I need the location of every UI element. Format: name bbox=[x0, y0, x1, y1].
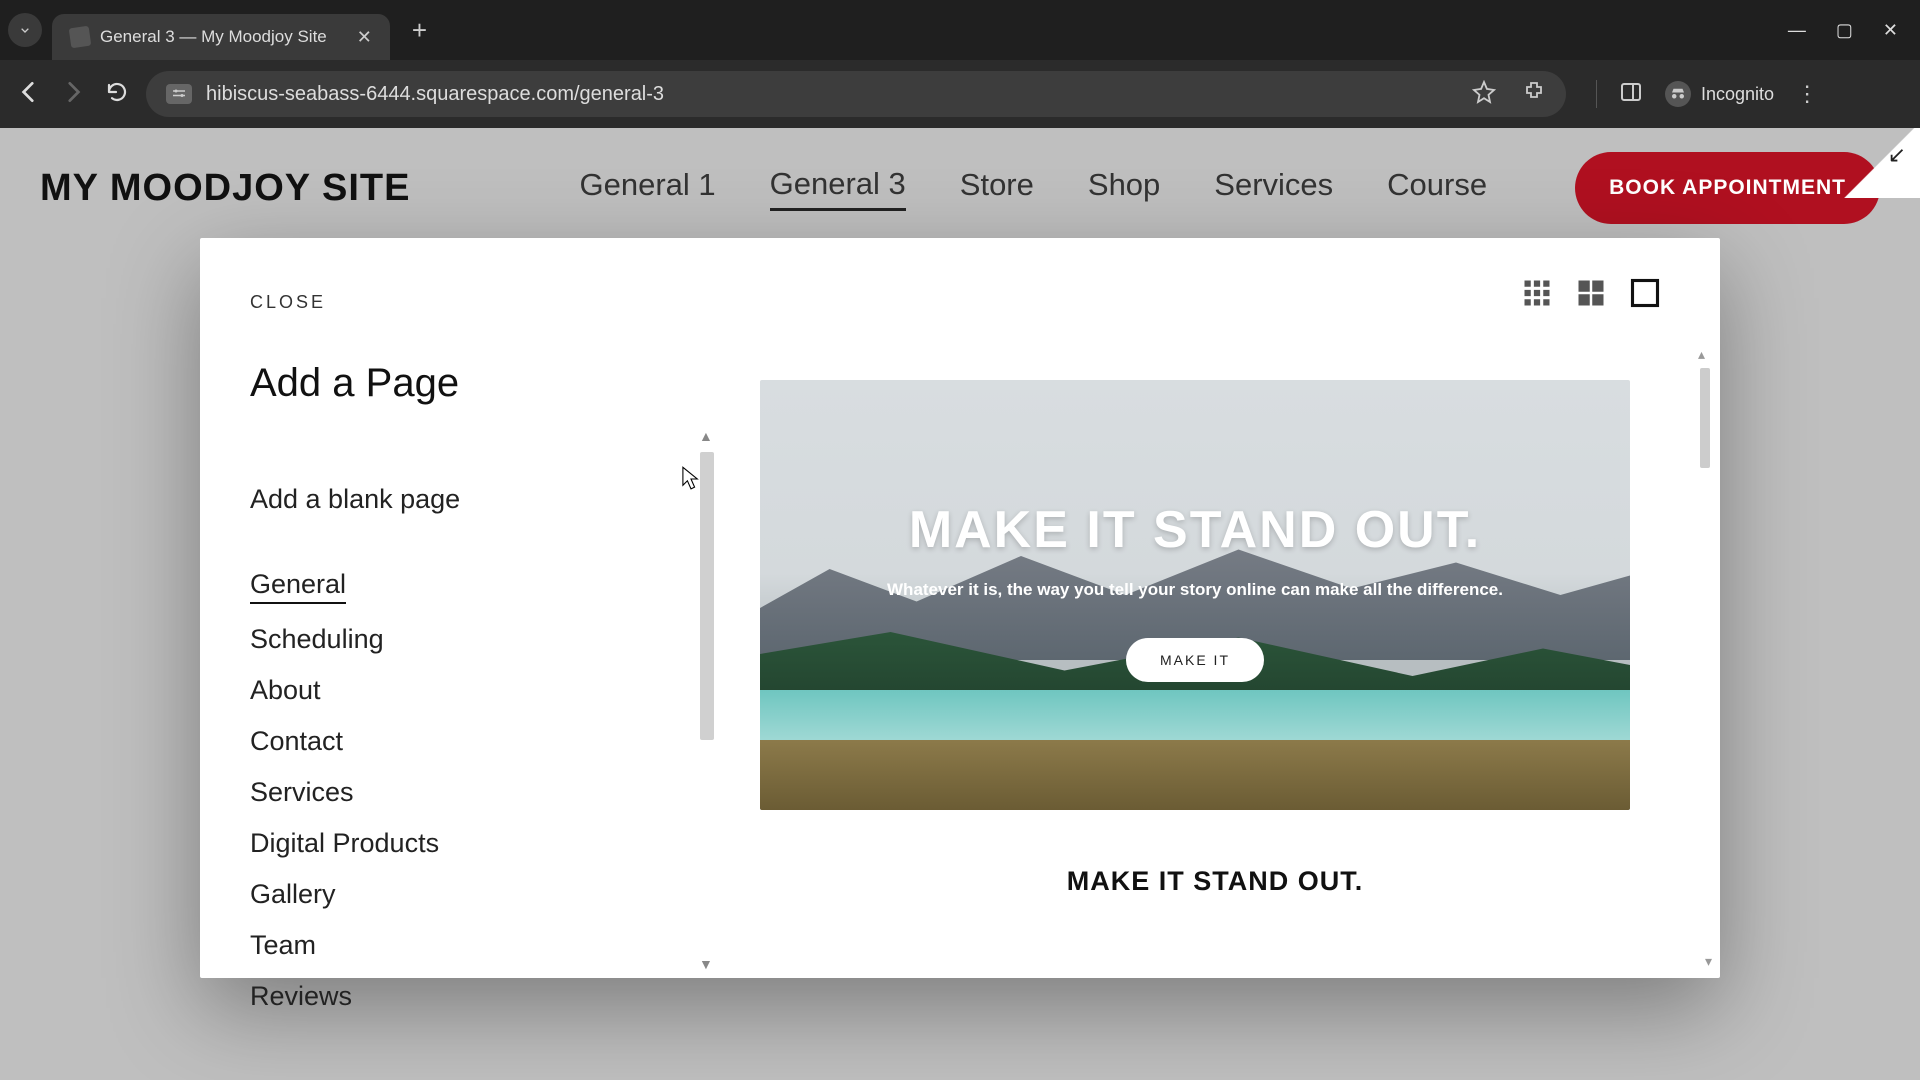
hero-title: MAKE IT STAND OUT. bbox=[760, 500, 1630, 560]
close-button[interactable]: CLOSE bbox=[250, 292, 670, 313]
back-button[interactable] bbox=[14, 79, 44, 110]
site-logo[interactable]: MY MOODJOY SITE bbox=[40, 167, 410, 210]
nav-link-course[interactable]: Course bbox=[1387, 167, 1487, 209]
category-general[interactable]: General bbox=[250, 569, 346, 604]
grid-small-icon[interactable] bbox=[1522, 278, 1552, 308]
address-bar[interactable]: hibiscus-seabass-6444.squarespace.com/ge… bbox=[146, 71, 1566, 117]
favicon-icon bbox=[69, 26, 92, 49]
collapse-editor-button[interactable]: ↙ bbox=[1840, 128, 1920, 198]
nav-link-general1[interactable]: General 1 bbox=[580, 167, 716, 209]
maximize-icon[interactable]: ▢ bbox=[1836, 20, 1853, 41]
browser-toolbar: hibiscus-seabass-6444.squarespace.com/ge… bbox=[0, 60, 1920, 128]
modal-title: Add a Page bbox=[250, 361, 670, 406]
modal-preview-pane: MAKE IT STAND OUT. Whatever it is, the w… bbox=[720, 238, 1720, 978]
close-window-icon[interactable]: ✕ bbox=[1883, 20, 1898, 41]
tab-close-icon[interactable]: ✕ bbox=[357, 27, 372, 48]
browser-tab-strip: General 3 — My Moodjoy Site ✕ + — ▢ ✕ bbox=[0, 0, 1920, 60]
side-panel-icon[interactable] bbox=[1619, 80, 1643, 109]
nav-link-shop[interactable]: Shop bbox=[1088, 167, 1160, 209]
site-info-icon[interactable] bbox=[166, 84, 192, 104]
view-toggle bbox=[1522, 278, 1660, 308]
template-preview[interactable]: MAKE IT STAND OUT. Whatever it is, the w… bbox=[760, 380, 1670, 897]
category-contact[interactable]: Contact bbox=[250, 726, 343, 757]
scroll-down-icon[interactable]: ▼ bbox=[699, 956, 713, 972]
nav-link-store[interactable]: Store bbox=[960, 167, 1034, 209]
category-team[interactable]: Team bbox=[250, 930, 316, 961]
add-page-modal: CLOSE Add a Page Add a blank page Genera… bbox=[200, 238, 1720, 978]
minimize-icon[interactable]: — bbox=[1788, 20, 1806, 41]
single-view-icon[interactable] bbox=[1630, 278, 1660, 308]
incognito-indicator[interactable]: Incognito bbox=[1665, 81, 1774, 107]
new-tab-button[interactable]: + bbox=[412, 15, 427, 46]
category-scheduling[interactable]: Scheduling bbox=[250, 624, 384, 655]
book-appointment-button[interactable]: BOOK APPOINTMENT bbox=[1575, 152, 1880, 224]
preview-scroll-down-icon[interactable]: ▾ bbox=[1705, 953, 1712, 970]
incognito-label: Incognito bbox=[1701, 84, 1774, 105]
hero-subtitle: Whatever it is, the way you tell your st… bbox=[760, 580, 1630, 600]
add-blank-page-link[interactable]: Add a blank page bbox=[250, 484, 670, 515]
browser-tab[interactable]: General 3 — My Moodjoy Site ✕ bbox=[52, 14, 390, 60]
hero-button[interactable]: MAKE IT bbox=[1126, 638, 1264, 682]
browser-menu-icon[interactable]: ⋮ bbox=[1796, 81, 1818, 107]
window-controls: — ▢ ✕ bbox=[1788, 20, 1912, 41]
url-text: hibiscus-seabass-6444.squarespace.com/ge… bbox=[206, 83, 664, 106]
category-services[interactable]: Services bbox=[250, 777, 354, 808]
grid-large-icon[interactable] bbox=[1576, 278, 1606, 308]
arrow-in-icon: ↙ bbox=[1888, 142, 1906, 168]
bookmark-icon[interactable] bbox=[1472, 80, 1496, 109]
nav-link-services[interactable]: Services bbox=[1214, 167, 1333, 209]
site-header: MY MOODJOY SITE General 1 General 3 Stor… bbox=[0, 128, 1920, 248]
preview-scrollbar[interactable] bbox=[1700, 368, 1710, 468]
forward-button[interactable] bbox=[58, 79, 88, 110]
page-viewport: MY MOODJOY SITE General 1 General 3 Stor… bbox=[0, 128, 1920, 1080]
tab-title: General 3 — My Moodjoy Site bbox=[100, 27, 327, 47]
category-digital-products[interactable]: Digital Products bbox=[250, 828, 439, 859]
site-nav: General 1 General 3 Store Shop Services … bbox=[580, 152, 1881, 224]
reload-button[interactable] bbox=[102, 80, 132, 109]
category-reviews[interactable]: Reviews bbox=[250, 981, 352, 1012]
hero-section: MAKE IT STAND OUT. Whatever it is, the w… bbox=[760, 380, 1630, 810]
incognito-icon bbox=[1665, 81, 1691, 107]
extensions-icon[interactable] bbox=[1522, 80, 1546, 109]
modal-sidebar: CLOSE Add a Page Add a blank page Genera… bbox=[200, 238, 720, 978]
second-section-title: MAKE IT STAND OUT. bbox=[760, 866, 1670, 897]
nav-link-general3[interactable]: General 3 bbox=[770, 166, 906, 211]
category-about[interactable]: About bbox=[250, 675, 321, 706]
category-gallery[interactable]: Gallery bbox=[250, 879, 336, 910]
tab-search-button[interactable] bbox=[8, 13, 42, 47]
sidebar-scrollbar[interactable] bbox=[700, 452, 714, 740]
category-list: General Scheduling About Contact Service… bbox=[250, 569, 670, 1012]
